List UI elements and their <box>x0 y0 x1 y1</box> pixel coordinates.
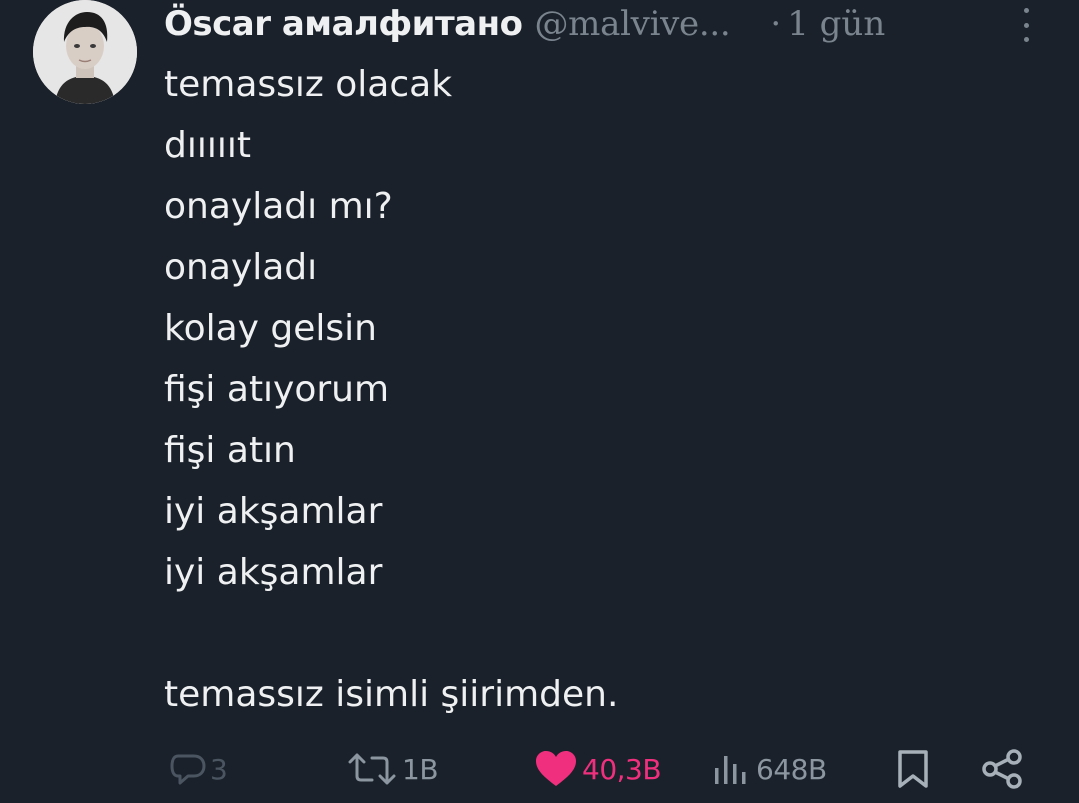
more-icon[interactable] <box>1016 8 1036 42</box>
views-button[interactable]: 648B <box>712 744 827 794</box>
reply-count: 3 <box>210 752 228 786</box>
tweet-text: temassız olacak dıııııt onayladı mı? ona… <box>164 54 618 725</box>
avatar[interactable] <box>33 0 137 104</box>
views-icon <box>715 756 746 784</box>
tweet-line: fişi atın <box>164 430 296 471</box>
reply-button[interactable]: 3 <box>170 744 228 794</box>
tweet-line: dıııııt <box>164 125 251 166</box>
share-button[interactable] <box>982 744 1024 794</box>
heart-icon <box>536 751 576 786</box>
tweet-line: iyi akşamlar <box>164 552 383 593</box>
reply-icon <box>170 754 206 785</box>
timestamp[interactable]: 1 gün <box>787 4 885 44</box>
like-button[interactable]: 40,3B <box>534 744 662 794</box>
tweet-line: temassız olacak <box>164 64 453 105</box>
retweet-button[interactable]: 1B <box>346 744 439 794</box>
retweet-count: 1B <box>402 752 439 786</box>
separator-dot: · <box>770 4 782 44</box>
author-handle[interactable]: @malvive... <box>534 4 730 44</box>
retweet-icon <box>348 753 396 785</box>
tweet-closing-line: temassız isimli şiirimden. <box>164 674 619 715</box>
author-name[interactable]: Öscar амалфитано <box>164 4 523 44</box>
views-count: 648B <box>756 752 827 786</box>
tweet-line: iyi akşamlar <box>164 491 383 532</box>
tweet-line: kolay gelsin <box>164 308 377 349</box>
tweet-line: onayladı mı? <box>164 186 393 227</box>
tweet-header: Öscar амалфитано @malvive... · 1 gün <box>164 0 885 48</box>
bookmark-button[interactable] <box>896 744 930 794</box>
tweet-line: onayladı <box>164 247 318 288</box>
like-count: 40,3B <box>582 752 662 786</box>
bookmark-icon <box>898 750 928 788</box>
share-icon <box>982 749 1022 789</box>
tweet-line: fişi atıyorum <box>164 369 390 410</box>
action-bar: 3 1B 40,3B 648B <box>0 744 1079 794</box>
